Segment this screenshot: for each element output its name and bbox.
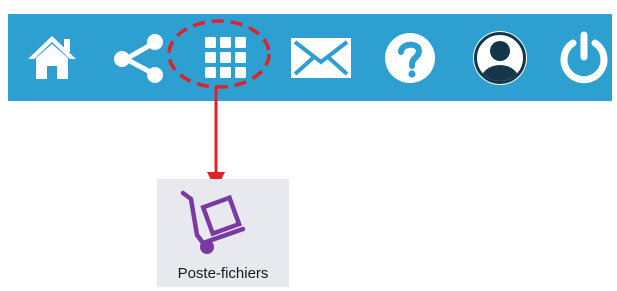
home-button[interactable]	[18, 14, 86, 101]
mail-button[interactable]	[284, 14, 358, 101]
share-icon	[110, 30, 166, 86]
home-icon	[25, 33, 79, 83]
share-button[interactable]	[104, 14, 172, 101]
user-account-button[interactable]	[466, 14, 534, 101]
screen: Poste-fichiers	[0, 0, 617, 291]
help-button[interactable]	[376, 14, 444, 101]
user-account-icon	[472, 30, 528, 86]
apps-grid-button[interactable]	[192, 14, 260, 101]
apps-grid-icon	[201, 33, 251, 83]
power-button[interactable]	[554, 14, 614, 101]
hand-truck-icon	[177, 185, 267, 257]
help-icon	[383, 31, 437, 85]
power-icon	[558, 31, 610, 85]
pointer-arrow	[207, 86, 225, 190]
mail-icon	[289, 36, 353, 80]
top-toolbar	[8, 14, 612, 101]
app-tile-poste-fichiers[interactable]: Poste-fichiers	[157, 179, 289, 287]
app-tile-label: Poste-fichiers	[177, 265, 269, 282]
